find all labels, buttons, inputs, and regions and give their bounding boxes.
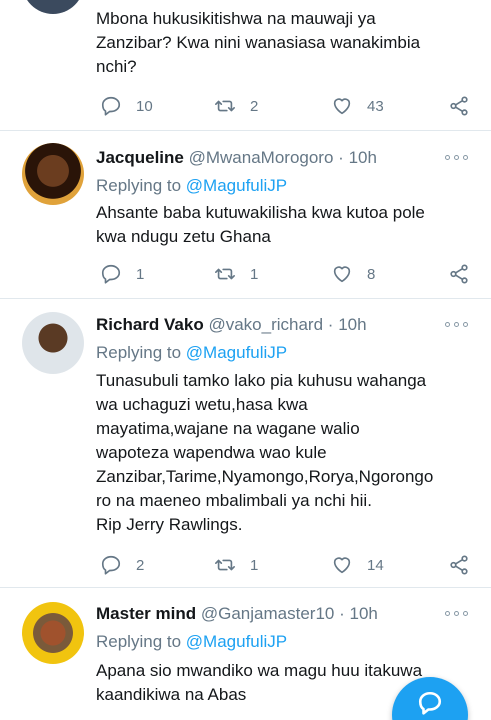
retweet-icon — [215, 268, 235, 280]
share-button[interactable] — [448, 94, 470, 118]
retweet-button[interactable]: 2 — [214, 94, 258, 118]
heart-icon — [333, 266, 351, 283]
reply-button[interactable]: 2 — [100, 553, 144, 577]
avatar[interactable] — [22, 312, 84, 374]
display-name[interactable]: Master mind — [96, 604, 196, 623]
like-count: 14 — [367, 556, 384, 574]
share-icon — [450, 96, 468, 116]
avatar[interactable] — [22, 0, 84, 14]
like-button[interactable]: 43 — [331, 94, 384, 118]
reply-count: 10 — [136, 97, 153, 115]
retweet-icon — [215, 100, 235, 112]
user-handle[interactable]: @vako_richard — [208, 315, 323, 334]
retweet-count: 1 — [250, 556, 259, 574]
like-count: 8 — [367, 265, 376, 283]
replying-to: Replying to @MagufuliJP — [96, 176, 287, 196]
tweet-text: Tunasubuli tamko lako pia kuhusu wahanga… — [96, 371, 434, 534]
heart-icon — [333, 98, 351, 115]
tweet-actions: 1 1 8 — [96, 262, 476, 286]
tweet-header: Richard Vako @vako_richard · 10h — [96, 315, 367, 335]
compose-reply-icon — [418, 691, 442, 715]
retweet-button[interactable]: 1 — [214, 262, 258, 286]
user-handle[interactable]: @MwanaMorogoro — [189, 148, 334, 167]
user-handle[interactable]: @Ganjamaster10 — [201, 604, 335, 623]
reply-button[interactable]: 1 — [100, 262, 144, 286]
reply-count: 2 — [136, 556, 145, 574]
share-button[interactable] — [448, 553, 470, 577]
reply-count: 1 — [136, 265, 145, 283]
like-count: 43 — [367, 97, 384, 115]
tweet-text: Ahsante baba kutuwakilisha kwa kutoa pol… — [96, 203, 425, 246]
more-options-button[interactable] — [445, 153, 469, 161]
retweet-count: 1 — [250, 265, 259, 283]
replying-to-mention[interactable]: @MagufuliJP — [186, 343, 287, 362]
like-button[interactable]: 8 — [331, 262, 375, 286]
replying-to-label: Replying to — [96, 343, 182, 362]
share-icon — [450, 555, 468, 575]
replying-to: Replying to @MagufuliJP — [96, 632, 287, 652]
tweet[interactable]: Richard Vako @vako_richard · 10h Replyin… — [0, 299, 491, 588]
tweet[interactable]: Jacqueline @MwanaMorogoro · 10h Replying… — [0, 131, 491, 299]
heart-icon — [333, 557, 351, 574]
more-options-button[interactable] — [445, 609, 469, 617]
avatar[interactable] — [22, 143, 84, 205]
display-name[interactable]: Richard Vako — [96, 315, 204, 334]
timestamp[interactable]: 10h — [349, 148, 377, 167]
separator: · — [327, 315, 334, 334]
tweet-header: Master mind @Ganjamaster10 · 10h — [96, 604, 378, 624]
retweet-icon — [215, 559, 235, 571]
replying-to-label: Replying to — [96, 176, 182, 195]
tweet-header: Jacqueline @MwanaMorogoro · 10h — [96, 148, 377, 168]
replying-to: Replying to @MagufuliJP — [96, 343, 287, 363]
tweet-actions: 2 1 14 — [96, 553, 476, 577]
tweet-actions: 10 2 43 — [96, 94, 476, 118]
tweet-text: Mbona hukusikitishwa na mauwaji ya Zanzi… — [96, 9, 421, 76]
tweet[interactable]: Mbona hukusikitishwa na mauwaji ya Zanzi… — [0, 0, 491, 131]
display-name[interactable]: Jacqueline — [96, 148, 184, 167]
share-icon — [450, 264, 468, 284]
replying-to-mention[interactable]: @MagufuliJP — [186, 176, 287, 195]
separator: · — [339, 604, 345, 623]
share-button[interactable] — [448, 262, 470, 286]
timestamp[interactable]: 10h — [338, 315, 366, 334]
reply-icon — [101, 96, 121, 116]
replying-to-mention[interactable]: @MagufuliJP — [186, 632, 287, 651]
reply-icon — [101, 555, 121, 575]
like-button[interactable]: 14 — [331, 553, 384, 577]
separator: · — [338, 148, 344, 167]
reply-button[interactable]: 10 — [100, 94, 153, 118]
more-options-button[interactable] — [445, 320, 469, 328]
reply-icon — [101, 264, 121, 284]
retweet-button[interactable]: 1 — [214, 553, 258, 577]
timestamp[interactable]: 10h — [350, 604, 378, 623]
retweet-count: 2 — [250, 97, 259, 115]
replying-to-label: Replying to — [96, 632, 182, 651]
avatar[interactable] — [22, 602, 84, 664]
